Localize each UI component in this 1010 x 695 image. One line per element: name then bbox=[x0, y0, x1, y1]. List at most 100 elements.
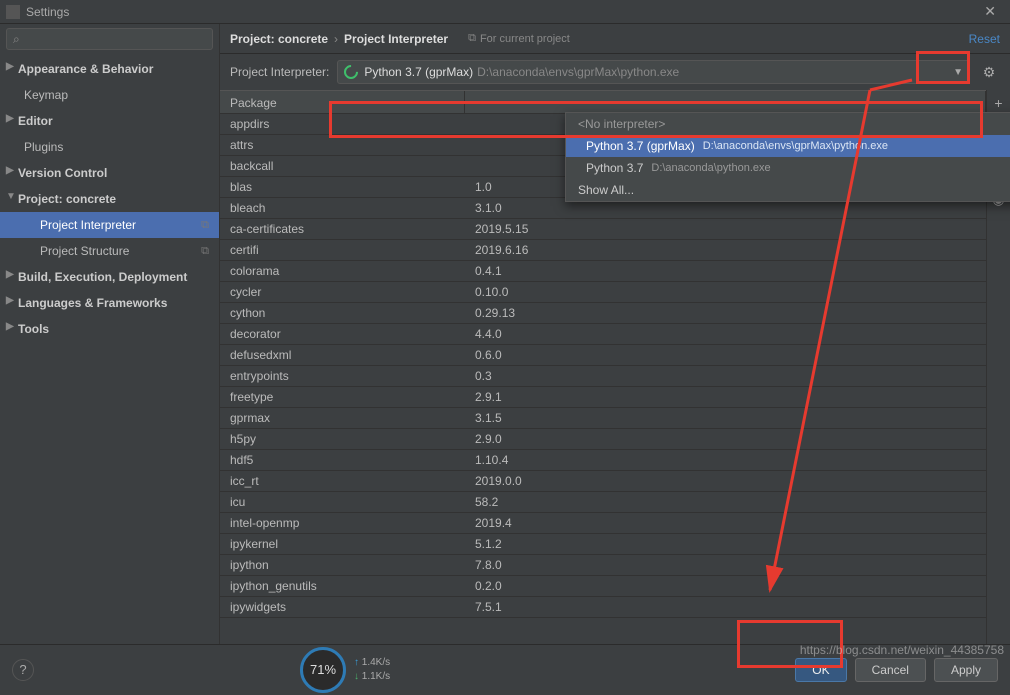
sidebar-item[interactable]: Keymap bbox=[0, 82, 219, 108]
close-icon[interactable]: ✕ bbox=[976, 3, 1004, 20]
pkg-version: 0.6.0 bbox=[465, 345, 986, 365]
sidebar-item[interactable]: Version Control bbox=[0, 160, 219, 186]
table-row[interactable]: cycler0.10.0 bbox=[220, 282, 986, 303]
pkg-name: h5py bbox=[220, 429, 465, 449]
dd-item-name: Python 3.7 bbox=[586, 161, 643, 175]
speed-widget: 71% 1.4K/s 1.1K/s bbox=[300, 647, 390, 693]
download-speed: 1.1K/s bbox=[354, 670, 390, 684]
pkg-version: 2019.0.0 bbox=[465, 471, 986, 491]
table-row[interactable]: icu58.2 bbox=[220, 492, 986, 513]
pkg-version: 2.9.0 bbox=[465, 429, 986, 449]
watermark: https://blog.csdn.net/weixin_44385758 bbox=[800, 643, 1004, 657]
pkg-name: attrs bbox=[220, 135, 465, 155]
sidebar-item[interactable]: Build, Execution, Deployment bbox=[0, 264, 219, 290]
pkg-version: 58.2 bbox=[465, 492, 986, 512]
interpreter-name: Python 3.7 (gprMax) bbox=[364, 65, 473, 79]
col-package[interactable]: Package bbox=[220, 91, 465, 113]
table-row[interactable]: ca-certificates2019.5.15 bbox=[220, 219, 986, 240]
search-input[interactable] bbox=[24, 32, 206, 46]
dd-show-all[interactable]: Show All... bbox=[566, 179, 1010, 201]
table-row[interactable]: hdf51.10.4 bbox=[220, 450, 986, 471]
table-row[interactable]: decorator4.4.0 bbox=[220, 324, 986, 345]
table-row[interactable]: freetype2.9.1 bbox=[220, 387, 986, 408]
pkg-name: defusedxml bbox=[220, 345, 465, 365]
speed-percent: 71% bbox=[300, 647, 346, 693]
dd-item-path: D:\anaconda\python.exe bbox=[651, 162, 770, 174]
packages-header: Package bbox=[220, 90, 986, 114]
interpreter-combo[interactable]: Python 3.7 (gprMax) D:\anaconda\envs\gpr… bbox=[337, 60, 970, 84]
table-row[interactable]: ipykernel5.1.2 bbox=[220, 534, 986, 555]
pkg-name: intel-openmp bbox=[220, 513, 465, 533]
dd-item-base[interactable]: Python 3.7 D:\anaconda\python.exe bbox=[566, 157, 1010, 179]
dd-item-gprmax[interactable]: Python 3.7 (gprMax) D:\anaconda\envs\gpr… bbox=[566, 135, 1010, 157]
pkg-name: colorama bbox=[220, 261, 465, 281]
pkg-name: bleach bbox=[220, 198, 465, 218]
table-row[interactable]: ipython7.8.0 bbox=[220, 555, 986, 576]
table-row[interactable]: h5py2.9.0 bbox=[220, 429, 986, 450]
table-row[interactable]: entrypoints0.3 bbox=[220, 366, 986, 387]
pkg-version: 7.5.1 bbox=[465, 597, 986, 617]
dd-no-interpreter[interactable]: <No interpreter> bbox=[566, 113, 1010, 135]
table-row[interactable]: ipywidgets7.5.1 bbox=[220, 597, 986, 618]
ok-button[interactable]: OK bbox=[795, 658, 846, 682]
pkg-name: cython bbox=[220, 303, 465, 323]
interpreter-settings-button[interactable]: ⚙ bbox=[978, 61, 1000, 83]
python-icon bbox=[341, 62, 361, 82]
reset-link[interactable]: Reset bbox=[969, 32, 1000, 46]
window-title: Settings bbox=[26, 5, 69, 19]
sidebar-item[interactable]: Tools bbox=[0, 316, 219, 342]
pkg-version: 2019.4 bbox=[465, 513, 986, 533]
settings-tree: Appearance & BehaviorKeymapEditorPlugins… bbox=[0, 54, 219, 344]
search-icon: ⌕ bbox=[13, 32, 20, 47]
help-button[interactable]: ? bbox=[12, 659, 34, 681]
pkg-version: 0.3 bbox=[465, 366, 986, 386]
pkg-version: 5.1.2 bbox=[465, 534, 986, 554]
pkg-version: 7.8.0 bbox=[465, 555, 986, 575]
sidebar-item[interactable]: Editor bbox=[0, 108, 219, 134]
table-row[interactable]: intel-openmp2019.4 bbox=[220, 513, 986, 534]
pkg-name: hdf5 bbox=[220, 450, 465, 470]
apply-button[interactable]: Apply bbox=[934, 658, 998, 682]
table-row[interactable]: cython0.29.13 bbox=[220, 303, 986, 324]
chevron-down-icon: ▼ bbox=[953, 67, 963, 78]
sidebar-item[interactable]: Plugins bbox=[0, 134, 219, 160]
sidebar-item[interactable]: Languages & Frameworks bbox=[0, 290, 219, 316]
table-row[interactable]: colorama0.4.1 bbox=[220, 261, 986, 282]
content-area: Project: concrete › Project Interpreter … bbox=[220, 24, 1010, 644]
pkg-name: ipywidgets bbox=[220, 597, 465, 617]
interpreter-row: Project Interpreter: Python 3.7 (gprMax)… bbox=[220, 54, 1010, 90]
interpreter-dropdown[interactable]: <No interpreter> Python 3.7 (gprMax) D:\… bbox=[565, 112, 1010, 202]
table-row[interactable]: ipython_genutils0.2.0 bbox=[220, 576, 986, 597]
pkg-name: ipython_genutils bbox=[220, 576, 465, 596]
table-row[interactable]: defusedxml0.6.0 bbox=[220, 345, 986, 366]
breadcrumb-sep: › bbox=[334, 32, 338, 46]
interpreter-path: D:\anaconda\envs\gprMax\python.exe bbox=[477, 65, 679, 79]
pkg-version: 3.1.5 bbox=[465, 408, 986, 428]
search-box[interactable]: ⌕ bbox=[6, 28, 213, 50]
pkg-name: icc_rt bbox=[220, 471, 465, 491]
sidebar-item[interactable]: Appearance & Behavior bbox=[0, 56, 219, 82]
breadcrumb: Project: concrete › Project Interpreter … bbox=[220, 24, 1010, 54]
table-row[interactable]: icc_rt2019.0.0 bbox=[220, 471, 986, 492]
add-package-button[interactable]: + bbox=[990, 94, 1008, 112]
scope-hint: ⧉ For current project bbox=[468, 32, 570, 45]
copy-icon: ⧉ bbox=[468, 32, 476, 45]
upload-speed: 1.4K/s bbox=[354, 656, 390, 670]
pkg-name: certifi bbox=[220, 240, 465, 260]
pkg-version: 2.9.1 bbox=[465, 387, 986, 407]
pkg-version: 0.4.1 bbox=[465, 261, 986, 281]
sidebar-item[interactable]: ⧉Project Interpreter bbox=[0, 212, 219, 238]
dd-item-name: Python 3.7 (gprMax) bbox=[586, 139, 695, 153]
pkg-name: backcall bbox=[220, 156, 465, 176]
dd-item-path: D:\anaconda\envs\gprMax\python.exe bbox=[703, 140, 888, 152]
table-row[interactable]: certifi2019.6.16 bbox=[220, 240, 986, 261]
pkg-version: 4.4.0 bbox=[465, 324, 986, 344]
cancel-button[interactable]: Cancel bbox=[855, 658, 926, 682]
pkg-name: icu bbox=[220, 492, 465, 512]
sidebar-item[interactable]: ⧉Project Structure bbox=[0, 238, 219, 264]
pkg-version: 2019.5.15 bbox=[465, 219, 986, 239]
table-row[interactable]: gprmax3.1.5 bbox=[220, 408, 986, 429]
col-version[interactable] bbox=[465, 91, 986, 113]
sidebar-item[interactable]: Project: concrete bbox=[0, 186, 219, 212]
pkg-name: blas bbox=[220, 177, 465, 197]
